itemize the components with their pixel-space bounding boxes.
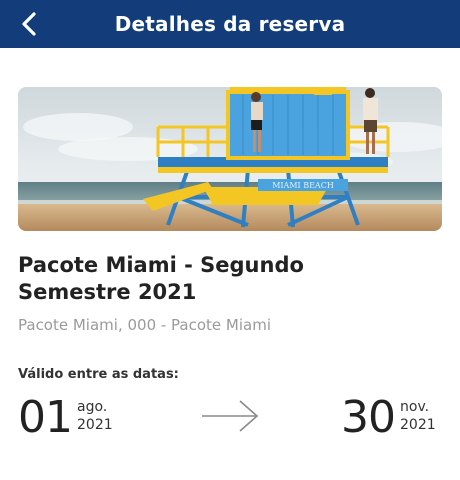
end-date-year: 2021: [400, 417, 436, 433]
start-date-month: ago.: [77, 399, 108, 415]
tower-sign-text: MIAMI BEACH: [272, 181, 334, 190]
start-date-day: 01: [18, 392, 73, 443]
end-date: 30 nov. 2021: [341, 392, 436, 444]
arrow-right-icon: [202, 400, 259, 432]
page-title: Detalhes da reserva: [114, 12, 346, 36]
app-header: Detalhes da reserva: [0, 0, 460, 48]
chevron-left-icon: [22, 12, 36, 36]
end-date-month: nov.: [400, 399, 430, 415]
package-subtitle: Pacote Miami, 000 - Pacote Miami: [18, 316, 272, 334]
package-title: Pacote Miami - Segundo Semestre 2021: [18, 252, 418, 306]
package-hero-image: MIAMI BEACH: [18, 87, 442, 231]
end-date-day: 30: [341, 392, 396, 443]
back-button[interactable]: [14, 9, 44, 39]
package-title-line2: Semestre 2021: [18, 280, 197, 304]
start-date-year: 2021: [77, 417, 113, 433]
start-date: 01 ago. 2021: [18, 392, 113, 444]
package-title-line1: Pacote Miami - Segundo: [18, 253, 304, 277]
validity-label: Válido entre as datas:: [18, 367, 179, 382]
